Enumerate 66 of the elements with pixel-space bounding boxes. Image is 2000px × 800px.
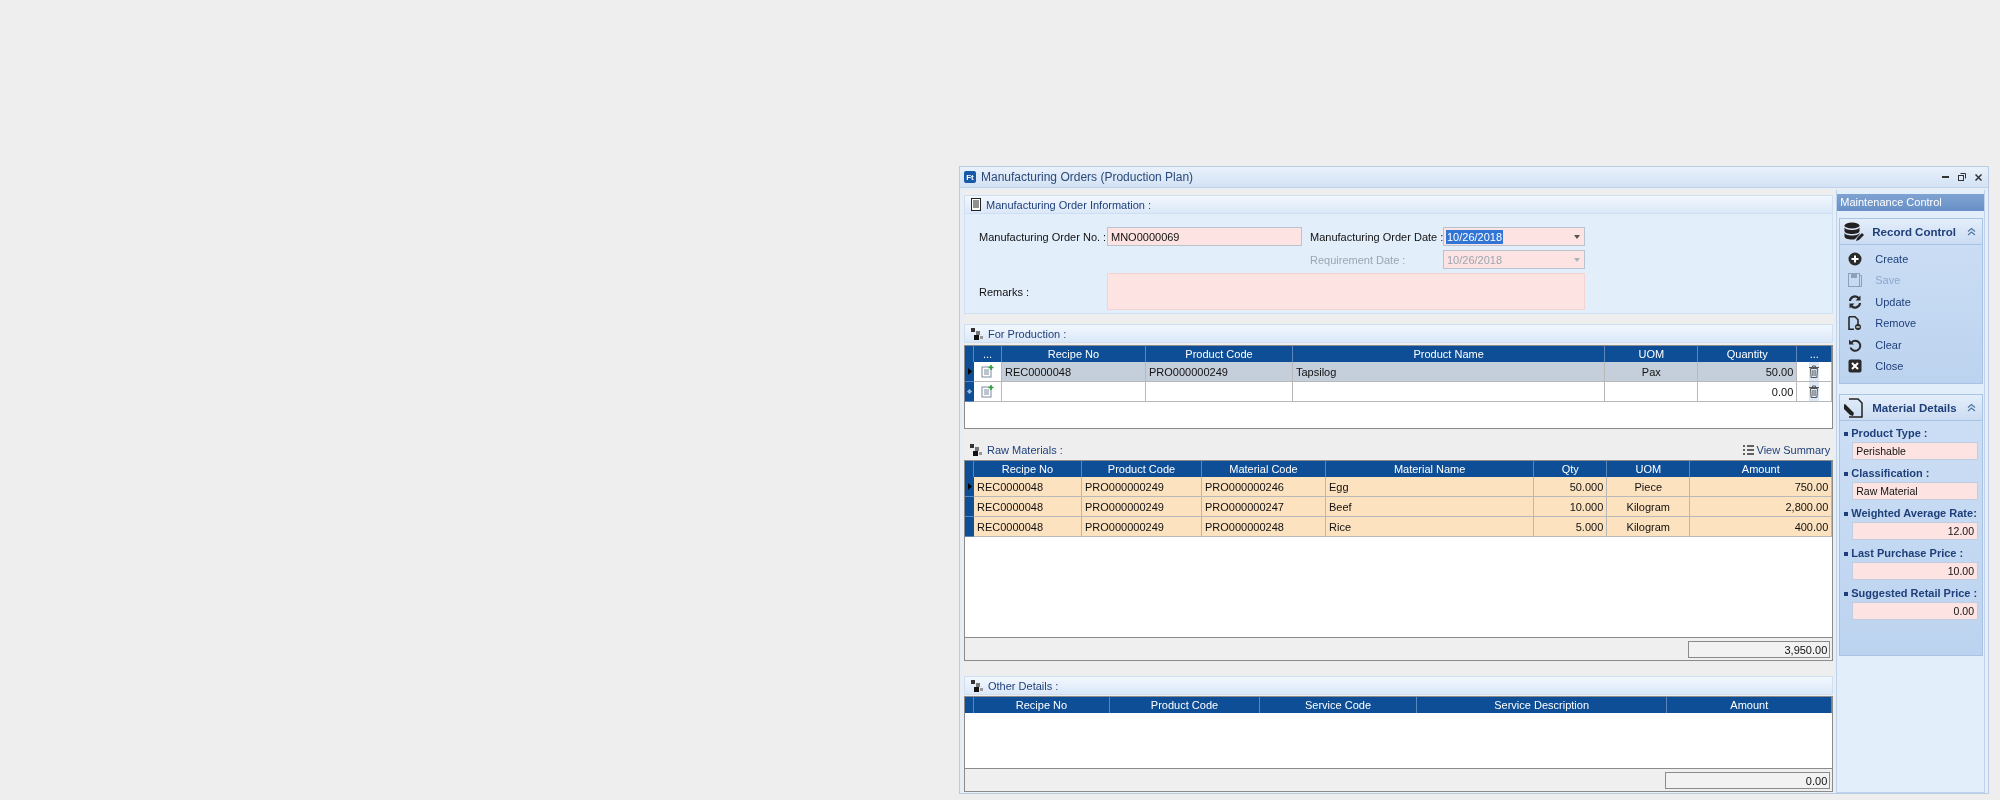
required-mark-icon — [1844, 511, 1849, 516]
input-field[interactable]: MNO0000069 — [1107, 227, 1302, 246]
undo-icon — [1848, 337, 1863, 352]
database-pencil-icon — [1844, 221, 1865, 242]
section-title: Raw Materials : — [987, 443, 1063, 456]
date-field[interactable]: 10/26/2018 — [1443, 227, 1585, 246]
app-icon: Ft — [964, 171, 976, 183]
trash-icon — [1809, 365, 1820, 378]
collapse-icon[interactable] — [1967, 403, 1976, 412]
action-button[interactable]: Close — [1848, 355, 1982, 377]
action-button[interactable]: Update — [1848, 291, 1982, 313]
window-title: Manufacturing Orders (Production Plan) — [981, 170, 1195, 184]
action-button[interactable]: Remove — [1848, 312, 1982, 334]
trash-icon — [1809, 385, 1820, 398]
document-pencil-icon — [1844, 397, 1865, 418]
row-header[interactable] — [965, 477, 974, 497]
required-mark-icon — [1844, 471, 1849, 476]
delete-button[interactable] — [1809, 382, 1820, 401]
input-field[interactable]: 12.00 — [1852, 522, 1978, 540]
field-label: Product Type : — [1851, 426, 1928, 441]
refresh-icon — [1848, 294, 1863, 309]
field-label: Manufacturing Order No. : — [979, 230, 1107, 243]
required-mark-icon — [1844, 431, 1849, 436]
input-field[interactable]: 10.00 — [1852, 562, 1978, 580]
field-label: Remarks : — [979, 285, 1031, 298]
add-note-icon[interactable] — [981, 365, 994, 378]
document-minus-icon — [1848, 316, 1863, 331]
panel-title: Maintenance Control — [1837, 194, 1984, 211]
list-icon — [1742, 444, 1754, 455]
required-mark-icon — [1844, 591, 1849, 596]
total-field: 0.00 — [1665, 771, 1831, 789]
blocks-icon — [971, 327, 983, 340]
blocks-icon — [971, 679, 983, 692]
section-title: Manufacturing Order Information : — [986, 198, 1152, 211]
view-summary-button[interactable]: View Summary — [1742, 443, 1834, 456]
blocks-icon — [970, 443, 982, 456]
document-icon — [971, 198, 981, 211]
dropdown-caret-icon[interactable] — [1574, 234, 1580, 239]
close-icon[interactable] — [1975, 173, 1982, 181]
row-header[interactable] — [965, 362, 974, 382]
group-title: Record Control — [1872, 225, 1957, 238]
action-button[interactable]: Clear — [1848, 334, 1982, 356]
input-field[interactable]: Perishable — [1852, 442, 1978, 460]
section-title: Other Details : — [988, 679, 1059, 692]
action-button[interactable]: Create — [1848, 248, 1982, 270]
section-title: For Production : — [988, 327, 1067, 340]
plus-circle-icon — [1848, 251, 1863, 266]
add-note-icon[interactable] — [981, 385, 994, 398]
field-label: Manufacturing Order Date : — [1310, 230, 1443, 243]
remarks-field[interactable] — [1107, 273, 1585, 310]
group-title: Material Details — [1872, 401, 1958, 414]
restore-icon[interactable] — [1958, 173, 1966, 181]
required-mark-icon — [1844, 551, 1849, 556]
field-label: Classification : — [1851, 466, 1930, 481]
field-label: Last Purchase Price : — [1851, 546, 1964, 561]
close-icon — [1848, 359, 1863, 374]
field-label: Requirement Date : — [1310, 253, 1407, 266]
input-field[interactable]: Raw Material — [1852, 482, 1978, 500]
input-field[interactable]: 0.00 — [1852, 602, 1978, 620]
floppy-icon — [1848, 273, 1863, 288]
field-label: Suggested Retail Price : — [1851, 586, 1978, 601]
row-header[interactable] — [965, 382, 974, 402]
field-label: Weighted Average Rate: — [1851, 506, 1977, 521]
total-field: 3,950.00 — [1688, 640, 1831, 658]
delete-button[interactable] — [1809, 362, 1820, 381]
collapse-icon[interactable] — [1967, 227, 1976, 236]
